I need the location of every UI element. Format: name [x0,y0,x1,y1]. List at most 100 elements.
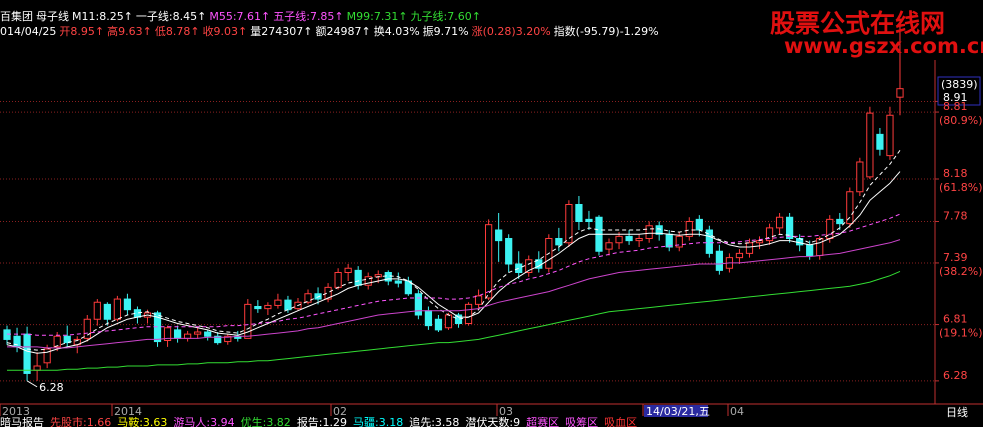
status-item-1: 先股市:1.66 [50,417,112,427]
candle-body-41 [414,293,422,316]
status-item-7: 追先:3.58 [409,417,460,427]
candle-body-60 [605,242,613,250]
legend-item-1: 母子线 [36,10,69,23]
candle-body-25 [254,306,262,310]
quote-info-row: 014/04/25 开8.95↑ 高9.63↑ 低8.78↑ 收9.03↑ 量274307… [0,25,662,38]
candle-body-81 [816,238,824,256]
candle-body-58 [585,218,593,222]
quote-item-10: 指数(-95.79)-1.29% [553,25,659,38]
kline-chart-window[interactable]: (3839) 8.91 8.81 8.18 7.78 7.39 6.81 6.28 (80.9%… [0,0,983,427]
candle-body-84 [846,191,854,225]
status-item-5: 报告:1.29 [296,417,348,427]
candle-body-10 [103,303,111,320]
legend-item-6: M99:7.31↑ [346,10,408,23]
candle-body-20 [204,331,212,337]
indicator-line-2 [7,239,901,349]
candle-body-43 [434,318,443,331]
quote-item-6: 额24987↑ [315,25,371,38]
candle-body-34 [344,267,352,273]
indicator-line-1 [6,150,901,351]
candle-body-86 [866,112,874,178]
candle-body-51 [515,263,523,273]
candle-body-50 [505,238,513,265]
candle-body-33 [334,272,342,288]
candle-body-49 [495,229,503,242]
percent-label-2: (38.2%) [939,265,983,278]
percent-label-0: (80.9%) [939,114,983,127]
quote-item-0: 014/04/25 [0,25,57,38]
candle-body-89 [896,88,904,98]
candle-body-30 [304,293,312,303]
candle-body-83 [836,218,844,225]
quote-item-2: 高9.63↑ [107,25,152,38]
candle-body-66 [665,233,673,248]
candle-body-80 [806,244,814,256]
status-item-4: 优生:3.82 [240,417,291,427]
status-item-9: 超赛区 [526,417,560,427]
candle-body-19 [194,331,202,335]
candle-body-12 [123,298,132,311]
low-annotation-pointer [26,380,38,388]
quote-item-8: 振9.71% [422,25,469,38]
candle-body-28 [284,299,292,311]
candle-body-35 [354,269,362,286]
candle-body-69 [695,218,703,231]
candle-body-71 [715,250,723,271]
candle-body-27 [274,299,282,306]
status-item-3: 游马人:3.94 [173,417,235,427]
quote-item-4: 收9.03↑ [202,25,248,38]
candle-body-2 [23,333,31,374]
quote-item-7: 换4.03% [373,25,420,38]
candle-body-77 [775,216,784,229]
top-count-label: (3839) [941,78,978,91]
status-item-11: 吸血区 [604,417,638,427]
candle-body-0 [3,329,11,340]
price-tick-label-6: 6.28 [943,369,968,382]
candle-body-48 [485,224,493,299]
percent-label-3: (19.1%) [939,327,983,340]
candle-body-57 [575,204,583,222]
watermark-url: www.gszx.com.cn [784,34,983,58]
status-item-0: 暗马报告 [0,417,44,427]
status-item-2: 马鞍:3.63 [117,417,168,427]
candle-body-74 [745,242,754,254]
candle-body-24 [244,303,252,339]
candle-body-11 [113,298,121,320]
candle-body-26 [264,304,272,310]
candle-body-9 [93,301,101,320]
candle-body-13 [133,309,142,318]
status-item-10: 吸筹区 [565,417,599,427]
legend-item-5: 五子线:7.85↑ [273,10,344,23]
candle-body-61 [615,235,623,244]
candle-body-62 [625,235,633,242]
candle-body-42 [424,310,433,327]
status-item-8: 潜伏天数:9 [465,417,521,427]
price-tick-label-4: 7.39 [943,251,968,264]
candlestick-chart[interactable]: (3839)8.918.818.187.787.396.816.28(80.9%… [0,0,983,427]
candle-body-55 [555,238,563,246]
quote-item-9: 涨(0.28)3.20% [471,25,551,38]
legend-item-7: 九子线:7.60↑ [410,10,481,23]
price-tick-label-2: 8.18 [943,167,968,180]
legend-item-2: M11:8.25↑ [72,10,133,23]
quote-item-3: 低8.78↑ [154,25,200,38]
indicator-legend-row: 百集团 母子线 M11:8.25↑ 一子线:8.45↑ M55:7.61↑ 五子线:7.8… [0,10,484,23]
price-tick-label-1: 8.81 [943,100,968,113]
candle-body-63 [635,238,643,242]
quote-item-1: 开8.95↑ [59,25,105,38]
candle-body-39 [394,280,402,284]
legend-item-3: 一子线:8.45↑ [135,10,207,23]
candle-body-3 [33,365,41,371]
legend-item-4: M55:7.61↑ [209,10,271,23]
low-annotation-label: 6.28 [39,381,64,394]
candle-body-18 [184,333,192,339]
price-tick-label-3: 7.78 [943,210,968,223]
legend-item-0: 百集团 [0,10,33,23]
percent-label-1: (61.8%) [939,181,983,194]
candle-body-44 [444,314,453,329]
candle-body-73 [735,252,744,259]
candle-body-85 [856,161,864,193]
candle-body-88 [886,114,894,157]
candle-body-8 [83,318,91,339]
status-item-6: 马疆:3.18 [353,417,404,427]
